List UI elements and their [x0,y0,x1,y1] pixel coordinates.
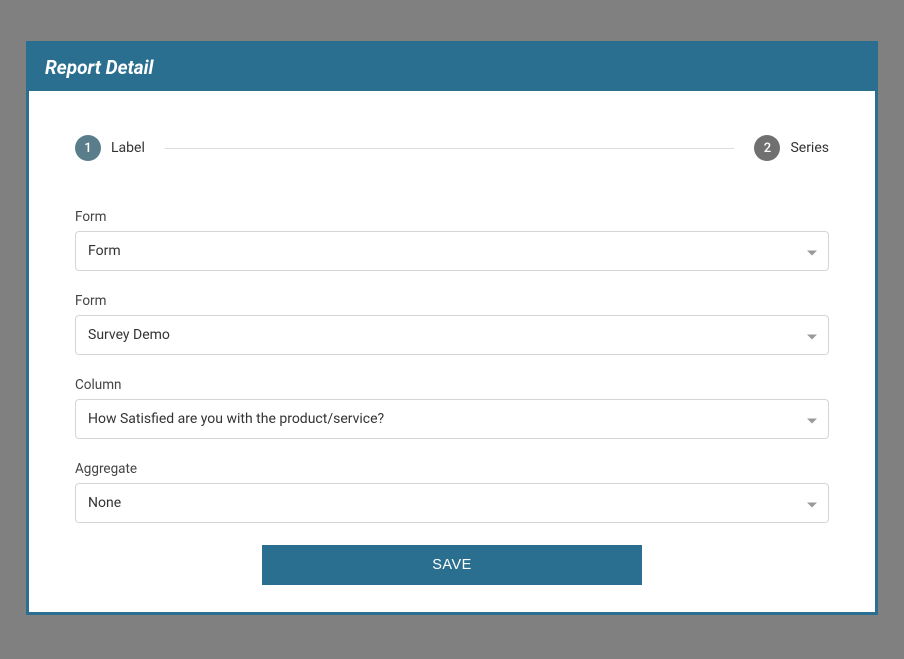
select-wrap-form2: Survey Demo [75,315,829,355]
select-form2-value: Survey Demo [88,327,170,343]
label-form1: Form [75,209,829,225]
label-form2: Form [75,293,829,309]
form-group-form1: Form Form [75,209,829,271]
step-num-2: 2 [764,141,771,156]
step-label[interactable]: 1 Label [75,135,145,161]
report-detail-panel: Report Detail 1 Label 2 Series Form Fo [26,41,878,615]
step-text-1: Label [111,140,145,156]
select-form2[interactable]: Survey Demo [75,315,829,355]
select-form1-value: Form [88,243,121,259]
panel-title: Report Detail [45,56,153,79]
panel-header: Report Detail [29,44,875,91]
button-row: SAVE [75,545,829,585]
select-form1[interactable]: Form [75,231,829,271]
select-wrap-column: How Satisfied are you with the product/s… [75,399,829,439]
select-aggregate-value: None [88,495,121,511]
form-group-column: Column How Satisfied are you with the pr… [75,377,829,439]
form-group-aggregate: Aggregate None [75,461,829,523]
save-button[interactable]: SAVE [262,545,642,585]
step-connector [165,148,735,149]
stepper: 1 Label 2 Series [75,135,829,161]
step-text-2: Series [790,140,829,156]
select-wrap-form1: Form [75,231,829,271]
form-group-form2: Form Survey Demo [75,293,829,355]
step-series[interactable]: 2 Series [754,135,829,161]
panel-body: 1 Label 2 Series Form Form [29,91,875,615]
label-column: Column [75,377,829,393]
step-num-1: 1 [84,141,91,156]
step-circle-1: 1 [75,135,101,161]
label-aggregate: Aggregate [75,461,829,477]
select-aggregate[interactable]: None [75,483,829,523]
select-column-value: How Satisfied are you with the product/s… [88,411,384,427]
select-wrap-aggregate: None [75,483,829,523]
step-circle-2: 2 [754,135,780,161]
select-column[interactable]: How Satisfied are you with the product/s… [75,399,829,439]
